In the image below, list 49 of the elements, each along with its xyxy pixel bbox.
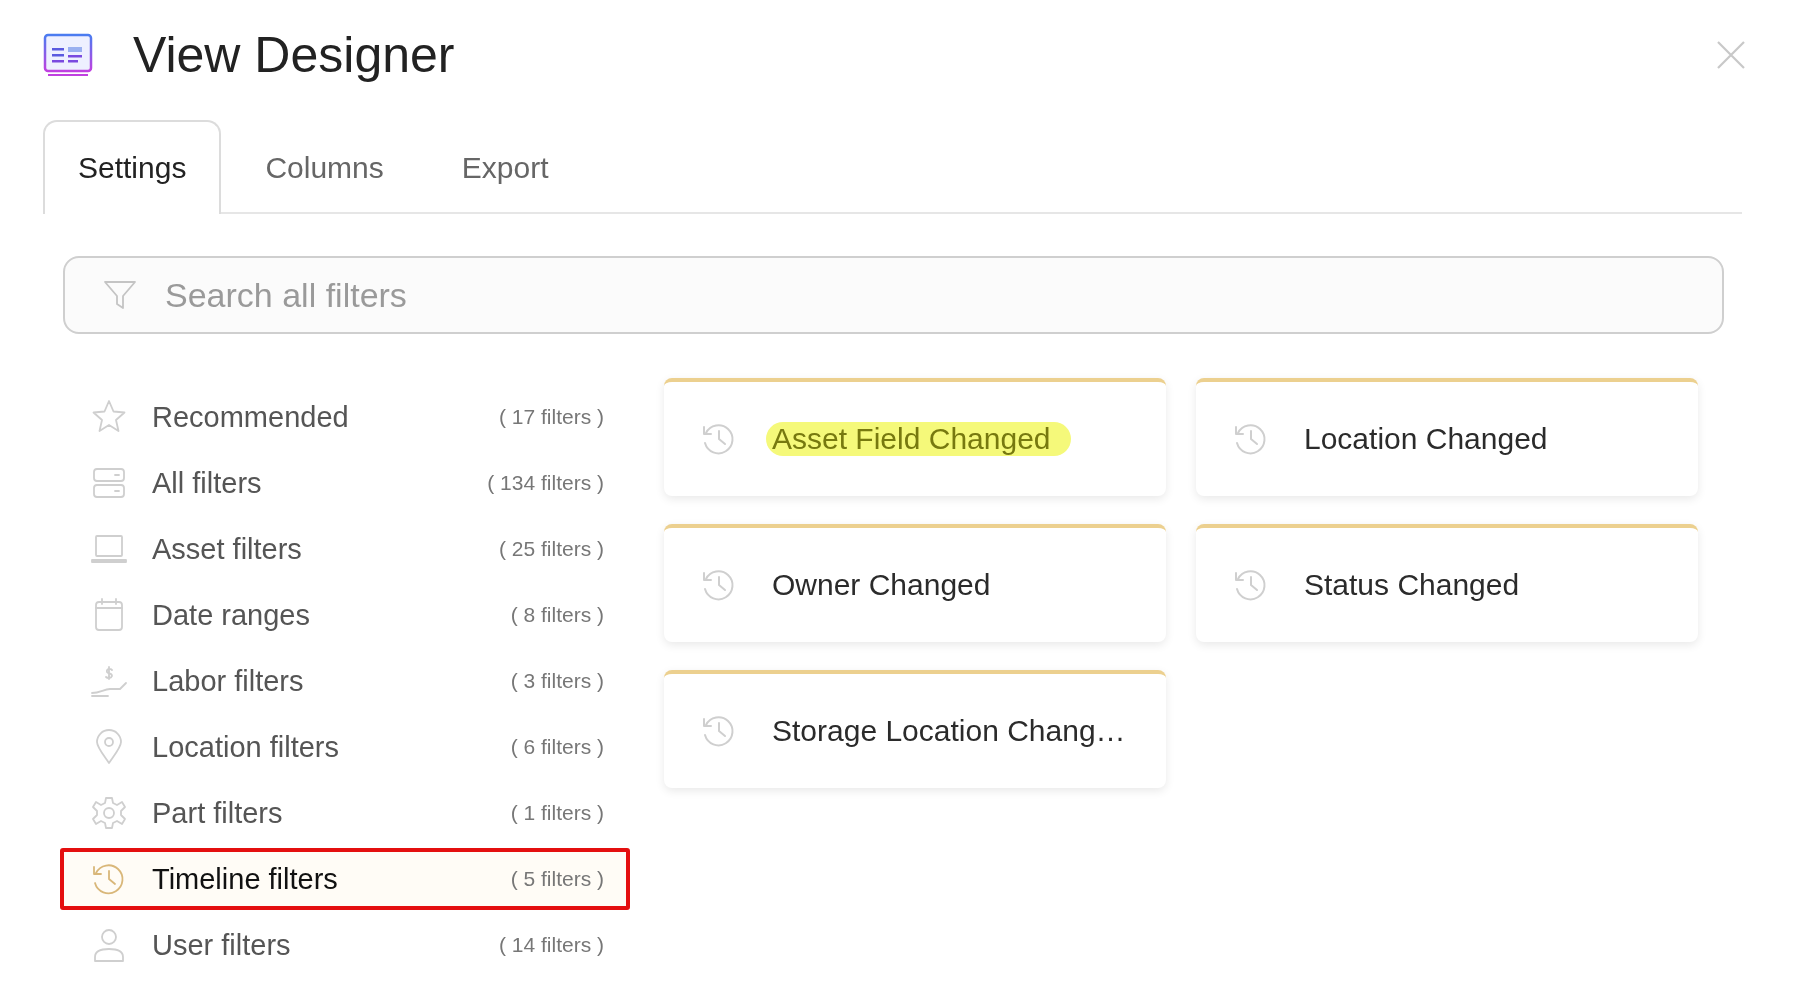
filter-card[interactable]: Status Changed [1196,524,1698,642]
filter-name: Status Changed [1304,568,1520,602]
filter-card[interactable]: Owner Changed [664,524,1166,642]
filter-name: Asset Field Changed [766,422,1071,456]
category-item[interactable]: Asset filters ( 25 filters ) [60,518,630,580]
filter-count: ( 3 filters ) [510,669,604,693]
filter-name: Owner Changed [772,568,991,602]
category-label: Date ranges [152,598,310,632]
category-label: Recommended [152,400,349,434]
category-item[interactable]: All filters ( 134 filters ) [60,452,630,514]
filter-card[interactable]: Location Changed [1196,378,1698,496]
gear-icon [90,795,128,831]
filter-count: ( 1 filters ) [510,801,604,825]
category-item[interactable]: User filters ( 14 filters ) [60,914,630,976]
filter-count: ( 5 filters ) [510,867,604,891]
category-item[interactable]: Recommended ( 17 filters ) [60,386,630,448]
category-item[interactable]: Labor filters ( 3 filters ) [60,650,630,712]
category-label: Asset filters [152,532,302,566]
filter-name: Storage Location Chang… [772,714,1126,748]
filter-count: ( 25 filters ) [498,537,604,561]
star-icon [90,399,128,435]
server-icon [90,465,128,501]
category-label: Location filters [152,730,339,764]
hand-dollar-icon [90,663,128,699]
category-label: User filters [152,928,291,962]
filter-card[interactable]: Asset Field Changed [664,378,1166,496]
filter-count: ( 6 filters ) [510,735,604,759]
category-label: Part filters [152,796,283,830]
filter-card[interactable]: Storage Location Chang… [664,670,1166,788]
filter-icon [103,280,137,310]
tab[interactable]: Export [427,120,583,214]
filter-name: Location Changed [1304,422,1548,456]
filter-count: ( 14 filters ) [498,933,604,957]
filter-count: ( 17 filters ) [498,405,604,429]
window-icon [43,33,93,77]
category-item[interactable]: Part filters ( 1 filters ) [60,782,630,844]
category-item[interactable]: Timeline filters ( 5 filters ) [60,848,630,910]
tab[interactable]: Columns [231,120,418,214]
category-label: Timeline filters [152,862,338,896]
window-title: View Designer [133,26,455,84]
tab[interactable]: Settings [43,120,222,214]
category-label: All filters [152,466,262,500]
close-icon[interactable] [1716,40,1746,70]
category-item[interactable]: Location filters ( 6 filters ) [60,716,630,778]
search-field[interactable]: Search all filters [63,256,1724,334]
filter-count: ( 134 filters ) [487,471,604,495]
category-item[interactable]: Date ranges ( 8 filters ) [60,584,630,646]
filter-count: ( 8 filters ) [510,603,604,627]
category-label: Labor filters [152,664,304,698]
